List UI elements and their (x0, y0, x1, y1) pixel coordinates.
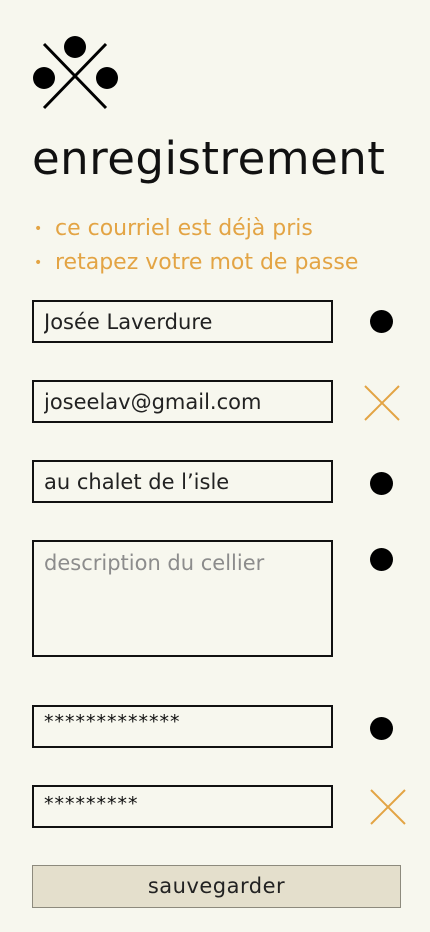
bullet-icon: • (34, 221, 43, 237)
valid-dot-icon (370, 548, 393, 571)
name-field[interactable] (32, 300, 333, 343)
logo-icon (32, 34, 122, 114)
error-item: • ce courriel est déjà pris (32, 212, 358, 246)
email-field[interactable] (32, 380, 333, 423)
page-title: enregistrement (32, 132, 386, 185)
save-button[interactable]: sauvegarder (32, 865, 401, 908)
error-x-icon (369, 788, 407, 826)
cellar-name-field[interactable] (32, 460, 333, 503)
error-item: • retapez votre mot de passe (32, 246, 358, 280)
valid-dot-icon (370, 472, 393, 495)
error-x-icon (363, 384, 401, 422)
password-confirm-value: ********* (44, 793, 139, 815)
bullet-icon: • (34, 255, 43, 271)
valid-dot-icon (370, 717, 393, 740)
cellar-description-field[interactable] (32, 540, 333, 657)
valid-dot-icon (370, 310, 393, 333)
password-value: ************* (44, 711, 181, 733)
error-message-email-taken: ce courriel est déjà pris (55, 216, 313, 241)
error-list: • ce courriel est déjà pris • retapez vo… (32, 212, 358, 280)
error-message-retype-password: retapez votre mot de passe (55, 250, 359, 275)
